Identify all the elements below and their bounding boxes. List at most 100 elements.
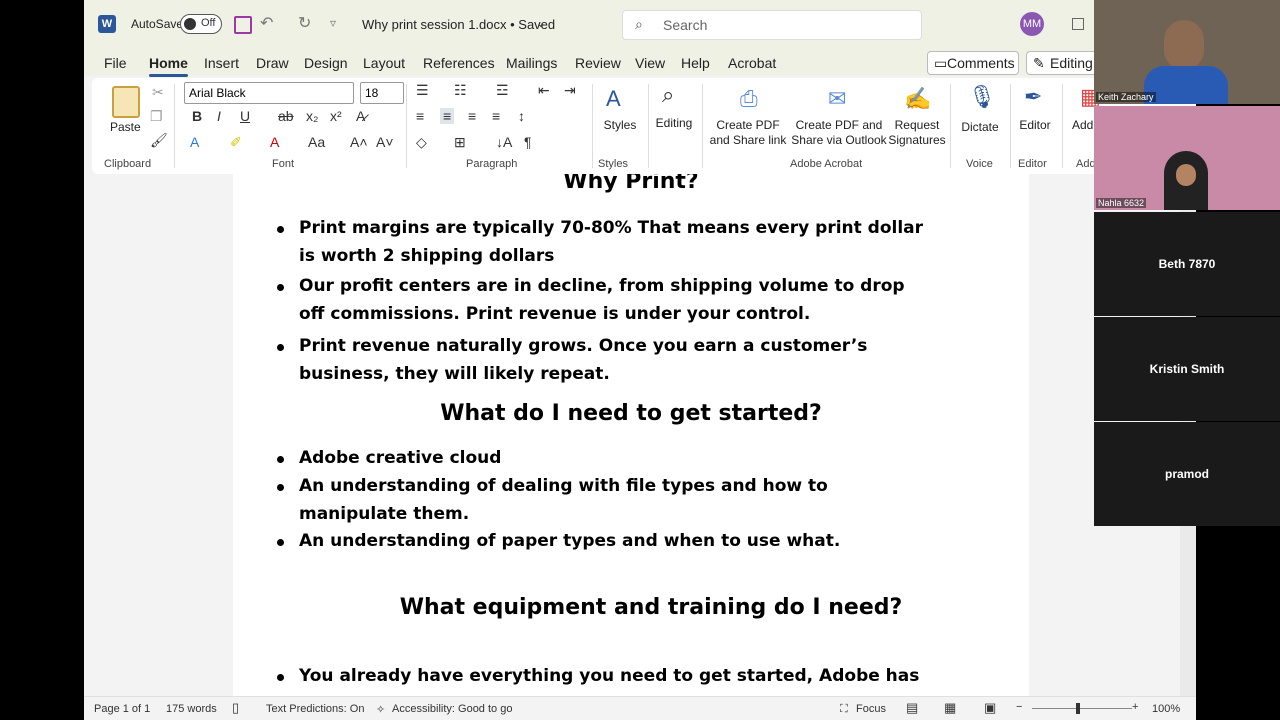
tab-design[interactable]: Design — [304, 55, 348, 71]
video-tile[interactable]: Beth 7870 — [1094, 212, 1280, 316]
video-tile[interactable]: pramod — [1094, 422, 1280, 526]
styles-label[interactable]: Styles — [598, 118, 642, 133]
align-right-icon[interactable]: ≡ — [468, 108, 476, 124]
create-pdf-outlook-label[interactable]: Create PDF and Share via Outlook — [790, 118, 888, 148]
list-line: business, they will likely repeat. — [299, 364, 610, 384]
zoom-level[interactable]: 100% — [1152, 703, 1180, 715]
microphone-icon[interactable]: 🎙 — [968, 84, 996, 110]
dictate-label[interactable]: Dictate — [954, 120, 1006, 135]
editor-icon[interactable]: ✒ — [1024, 84, 1042, 110]
request-signatures-label[interactable]: Request Signatures — [884, 118, 950, 148]
page-count[interactable]: Page 1 of 1 — [94, 703, 150, 715]
subscript-icon[interactable]: x₂ — [306, 108, 318, 124]
font-name-select[interactable]: Arial Black — [184, 82, 354, 104]
font-size-select[interactable]: 18 — [360, 82, 404, 104]
change-case-icon[interactable]: Aa — [308, 134, 325, 150]
paste-label[interactable]: Paste — [110, 120, 141, 134]
editor-label[interactable]: Editor — [1012, 118, 1058, 133]
paste-icon[interactable] — [112, 86, 140, 118]
format-painter-icon[interactable]: 🖌 — [150, 132, 168, 149]
show-formatting-icon[interactable]: ¶ — [524, 134, 532, 150]
tab-references[interactable]: References — [423, 55, 495, 71]
list-line: Adobe creative cloud — [299, 448, 502, 468]
document-page[interactable]: Why Print? Print margins are typically 7… — [233, 174, 1029, 696]
zoom-slider-thumb[interactable] — [1076, 703, 1080, 714]
find-icon[interactable]: ⌕ — [662, 82, 674, 108]
tab-mailings[interactable]: Mailings — [506, 55, 557, 71]
undo-icon[interactable]: ↶ — [260, 13, 273, 33]
proofing-icon[interactable]: ▯ — [232, 700, 239, 716]
text-predictions[interactable]: Text Predictions: On — [266, 703, 364, 715]
strikethrough-icon[interactable]: ab — [278, 108, 294, 124]
autosave-toggle[interactable]: Off — [180, 14, 222, 34]
divider — [406, 84, 407, 168]
highlight-icon[interactable]: ✐ — [230, 134, 242, 151]
copy-icon[interactable]: ❐ — [150, 108, 163, 125]
align-center-icon[interactable]: ≡ — [440, 108, 455, 124]
tab-insert[interactable]: Insert — [204, 55, 239, 71]
accessibility-status[interactable]: Accessibility: Good to go — [392, 703, 512, 715]
zoom-slider[interactable] — [1032, 708, 1132, 709]
shrink-font-icon[interactable]: A˅ — [376, 134, 394, 150]
bold-icon[interactable]: B — [192, 108, 202, 124]
video-tile[interactable]: Nahla 6632 — [1094, 106, 1280, 210]
save-icon[interactable] — [234, 16, 252, 34]
signature-icon[interactable]: ✍ — [904, 86, 931, 112]
addins-label[interactable]: Add — [1072, 118, 1096, 133]
participant-name: Keith Zachary — [1096, 92, 1156, 102]
comments-button[interactable]: ▭ Comments — [927, 51, 1019, 75]
numbering-icon[interactable]: ☷ — [454, 82, 467, 99]
font-color-icon[interactable]: A — [270, 134, 279, 150]
search-box[interactable]: ⌕ Search — [622, 10, 922, 40]
tab-view[interactable]: View — [635, 55, 665, 71]
styles-icon[interactable]: A — [606, 86, 621, 112]
tab-draw[interactable]: Draw — [256, 55, 289, 71]
superscript-icon[interactable]: x² — [330, 108, 342, 124]
zoom-out-icon[interactable]: − — [1016, 701, 1022, 713]
minimize-icon[interactable] — [1072, 18, 1084, 30]
editing-label[interactable]: Editing — [650, 116, 698, 131]
zoom-in-icon[interactable]: + — [1132, 701, 1138, 713]
video-tile[interactable]: Kristin Smith — [1094, 317, 1280, 421]
customize-qat-icon[interactable]: ▿ — [330, 16, 336, 30]
multilevel-list-icon[interactable]: ☲ — [496, 82, 509, 99]
text-effects-icon[interactable]: A — [190, 134, 199, 150]
pdf-outlook-icon[interactable]: ✉ — [828, 86, 846, 112]
justify-icon[interactable]: ≡ — [492, 108, 500, 124]
read-mode-icon[interactable]: ▤ — [906, 700, 918, 716]
web-layout-icon[interactable]: ▣ — [984, 700, 996, 716]
borders-icon[interactable]: ⊞ — [454, 134, 466, 151]
tab-layout[interactable]: Layout — [363, 55, 405, 71]
word-count[interactable]: 175 words — [166, 703, 217, 715]
increase-indent-icon[interactable]: ⇥ — [564, 82, 576, 99]
tab-file[interactable]: File — [104, 55, 127, 71]
grow-font-icon[interactable]: A˄ — [350, 134, 368, 150]
cut-icon[interactable]: ✂ — [152, 84, 164, 101]
pdf-link-icon[interactable]: ⎙ — [740, 86, 758, 112]
divider — [1010, 84, 1011, 168]
redo-icon[interactable]: ↻ — [298, 13, 311, 33]
clear-formatting-icon[interactable]: A̷ — [356, 108, 365, 124]
document-title[interactable]: Why print session 1.docx • Saved — [362, 17, 555, 32]
sort-icon[interactable]: ↓A — [496, 134, 512, 150]
avatar[interactable]: MM — [1020, 12, 1044, 36]
video-tile[interactable]: Keith Zachary — [1094, 0, 1280, 104]
decrease-indent-icon[interactable]: ⇤ — [538, 82, 550, 99]
line-spacing-icon[interactable]: ↕ — [518, 108, 525, 124]
bullets-icon[interactable]: ☰ — [416, 82, 429, 99]
focus-button[interactable]: Focus — [856, 703, 886, 715]
shading-icon[interactable]: ◇ — [416, 134, 427, 151]
tab-acrobat[interactable]: Acrobat — [728, 55, 776, 71]
italic-icon[interactable]: I — [217, 108, 221, 124]
underline-icon[interactable]: U — [240, 108, 250, 124]
tab-home[interactable]: Home — [149, 55, 188, 77]
group-label-paragraph: Paragraph — [466, 158, 518, 170]
print-layout-icon[interactable]: ▦ — [944, 700, 956, 716]
tab-review[interactable]: Review — [575, 55, 621, 71]
align-left-icon[interactable]: ≡ — [416, 108, 424, 124]
create-pdf-share-label[interactable]: Create PDF and Share link — [708, 118, 788, 148]
editing-mode-label: Editing — [1050, 55, 1093, 71]
chevron-down-icon[interactable]: ⌄ — [536, 16, 546, 30]
tab-help[interactable]: Help — [681, 55, 710, 71]
list-item: Our profit centers are in decline, from … — [277, 272, 979, 328]
